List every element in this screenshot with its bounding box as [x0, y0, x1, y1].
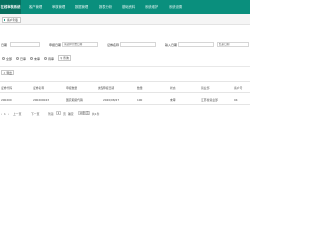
tab-bar: 客户列表	[0, 14, 250, 25]
radio-reviewed-label: 已审	[20, 56, 27, 61]
pager-prev-arrow-icon[interactable]: ‹	[1, 112, 2, 116]
divider	[0, 66, 250, 67]
table-cell: 04	[234, 98, 238, 102]
tab-customer-list[interactable]: 客户列表	[2, 17, 21, 23]
pager-go-suffix: 页	[63, 112, 66, 116]
table-cell: 200200	[1, 98, 12, 102]
pager-page[interactable]: 1	[4, 112, 6, 116]
column-header: 营业部	[201, 86, 210, 90]
filter-report-date-input[interactable]: 请选择开始日期	[62, 41, 98, 47]
column-header: 证券代码	[1, 86, 13, 90]
filter-end-date-input[interactable]: 结束日期	[217, 41, 249, 47]
pager-total: 共1条	[92, 112, 100, 116]
nav-item-audit[interactable]: 审核管理	[52, 0, 65, 14]
pager-confirm-button[interactable]: 确定	[68, 112, 74, 116]
pager-next[interactable]: 下一页	[31, 112, 39, 116]
app-brand[interactable]: 在线审核系统	[0, 0, 21, 14]
nav-item-maintenance[interactable]: 系统维护	[145, 0, 158, 14]
pager-size-select[interactable]: 10条/页	[78, 111, 90, 116]
nav-item-base-data[interactable]: 基础资料	[122, 0, 135, 14]
nav-item-customers[interactable]: 客户管理	[29, 0, 42, 14]
export-button[interactable]: ⇩ 导出	[1, 70, 14, 75]
table-cell: 200200023	[33, 98, 50, 102]
column-header: 客户号	[234, 86, 243, 90]
radio-unreviewed-label: 未审	[34, 56, 41, 61]
filter-security-name-input[interactable]	[120, 41, 156, 47]
table-cell: 国农期货代销	[66, 98, 83, 102]
radio-pending[interactable]	[44, 56, 47, 60]
pager-go-input[interactable]: 1	[56, 111, 61, 116]
filter-date-input[interactable]	[10, 41, 40, 47]
active-dot-icon	[4, 19, 6, 21]
radio-unreviewed[interactable]	[30, 56, 33, 60]
radio-all-label: 全部	[6, 56, 13, 61]
top-navigation-bar: 在线审核系统 客户管理 审核管理 数据管理 报表分析 基础资料 系统维护 系统设…	[0, 0, 250, 14]
radio-all[interactable]	[2, 56, 5, 60]
pager-next-arrow-icon[interactable]: ›	[8, 112, 9, 116]
filter-security-name-label: 证券名称	[107, 43, 120, 47]
search-button[interactable]: ⚲ 查询	[58, 55, 71, 61]
table-header-border	[0, 92, 250, 93]
column-header: 申报数量	[66, 86, 78, 90]
table-cell: 2020/08/27	[103, 98, 120, 102]
nav-item-settings[interactable]: 系统设置	[169, 0, 182, 14]
pager-prev[interactable]: 上一页	[13, 112, 21, 116]
search-button-label: 查询	[63, 56, 69, 60]
filter-report-date-label: 申报日期	[49, 43, 62, 47]
nav-item-data[interactable]: 数据管理	[75, 0, 88, 14]
table-top-border	[0, 81, 250, 82]
radio-pending-label: 待审	[48, 56, 55, 61]
filter-date-label: 日期	[1, 43, 8, 47]
table-cell: 未审	[170, 98, 176, 102]
radio-reviewed[interactable]	[16, 56, 19, 60]
export-button-label: 导出	[6, 71, 12, 75]
tab-label: 客户列表	[7, 18, 19, 22]
filter-input-date-label: 输入日期	[165, 43, 178, 47]
column-header: 数量	[137, 86, 143, 90]
filter-input-date-input[interactable]	[178, 41, 214, 47]
column-header: 申报日期	[103, 86, 115, 90]
column-header: 证券名称	[33, 86, 45, 90]
table-cell: 100	[137, 98, 143, 102]
search-icon: ⚲	[60, 56, 63, 60]
table-row-border	[0, 104, 250, 105]
pager-go-prefix: 到第	[48, 112, 54, 116]
table-cell: 江苏省营业部	[201, 98, 218, 102]
nav-item-reports[interactable]: 报表分析	[99, 0, 112, 14]
column-header: 状态	[170, 86, 176, 90]
